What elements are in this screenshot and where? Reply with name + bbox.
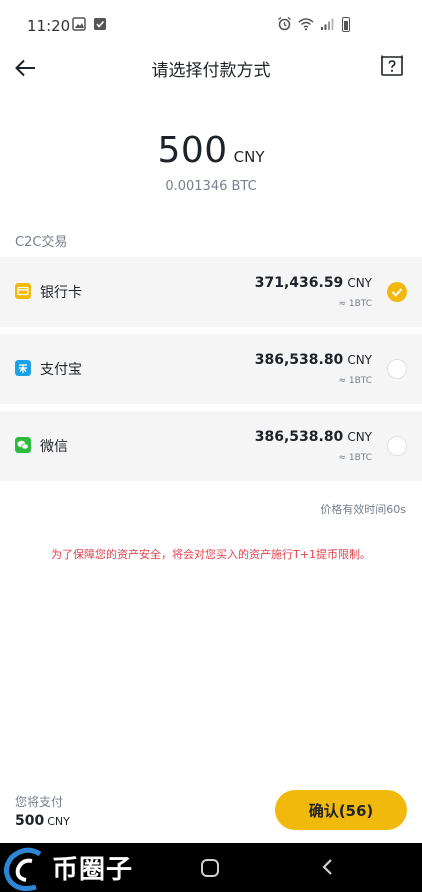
payment-option-alipay[interactable]: 支付宝 386,538.80 CNY ≈ 1BTC (0, 334, 422, 404)
bank-card-icon (15, 283, 31, 299)
system-nav-bar: 币圈子 (0, 843, 422, 892)
checklist-icon (94, 18, 106, 30)
home-nav-icon[interactable] (201, 859, 219, 877)
confirm-button[interactable]: 确认(56) (275, 790, 407, 830)
unselected-radio-icon[interactable] (387, 436, 407, 456)
status-bar: 11:20 (0, 0, 422, 52)
notification-icons (72, 17, 107, 31)
payment-btc-equivalent: ≈ 1BTC (338, 299, 372, 309)
price-validity: 价格有效时间60s (320, 503, 406, 516)
payment-btc-equivalent: ≈ 1BTC (338, 453, 372, 463)
gallery-icon (72, 17, 86, 31)
payment-btc-equivalent: ≈ 1BTC (338, 376, 372, 386)
payment-name: 微信 (40, 439, 68, 455)
wifi-icon (298, 17, 314, 30)
system-icons (277, 16, 352, 31)
back-nav-icon[interactable] (318, 855, 338, 879)
header: 请选择付款方式 (0, 48, 422, 88)
amount-unit: CNY (233, 148, 265, 166)
payment-price-value: 371,436.59 (254, 275, 344, 291)
watermark-logo-icon (4, 847, 42, 891)
signal-icon (321, 18, 334, 30)
payment-option-wechat[interactable]: 微信 386,538.80 CNY ≈ 1BTC (0, 411, 422, 481)
unselected-radio-icon[interactable] (387, 359, 407, 379)
payment-price-unit: CNY (347, 353, 372, 367)
payment-price: 386,538.80 CNY (255, 352, 372, 368)
pay-total-unit: CNY (47, 815, 70, 828)
pay-total-value: 500 (15, 813, 45, 829)
wechat-icon (15, 437, 31, 453)
battery-icon (342, 17, 350, 32)
status-time: 11:20 (27, 17, 71, 35)
selected-check-icon[interactable] (387, 282, 407, 302)
payment-option-bank[interactable]: 银行卡 371,436.59 CNY ≈ 1BTC (0, 257, 422, 327)
pay-label: 您将支付 (15, 795, 64, 809)
amount-block: 500 CNY 0.001346 BTC (0, 130, 422, 194)
payment-name: 银行卡 (40, 285, 82, 301)
security-notice: 为了保障您的资产安全，将会对您买入的资产施行T+1提币限制。 (51, 548, 371, 561)
payment-price: 371,436.59 CNY (255, 275, 372, 291)
payment-price-value: 386,538.80 (254, 429, 344, 445)
amount-row: 500 CNY (0, 130, 422, 171)
payment-price: 386,538.80 CNY (255, 429, 372, 445)
pay-total: 500 CNY (15, 813, 70, 829)
alipay-icon (15, 360, 31, 376)
amount-btc: 0.001346 BTC (165, 179, 257, 194)
help-icon[interactable] (380, 54, 404, 78)
section-label: C2C交易 (15, 235, 68, 250)
payment-price-value: 386,538.80 (254, 352, 344, 368)
payment-price-unit: CNY (347, 430, 372, 444)
alarm-icon (278, 16, 291, 31)
watermark-text: 币圈子 (52, 855, 134, 885)
amount-value: 500 (157, 130, 228, 171)
payment-name: 支付宝 (40, 362, 82, 378)
page-title: 请选择付款方式 (151, 61, 271, 81)
payment-price-unit: CNY (347, 276, 372, 290)
checkout-bar: 您将支付 500 CNY 确认(56) (0, 780, 422, 840)
